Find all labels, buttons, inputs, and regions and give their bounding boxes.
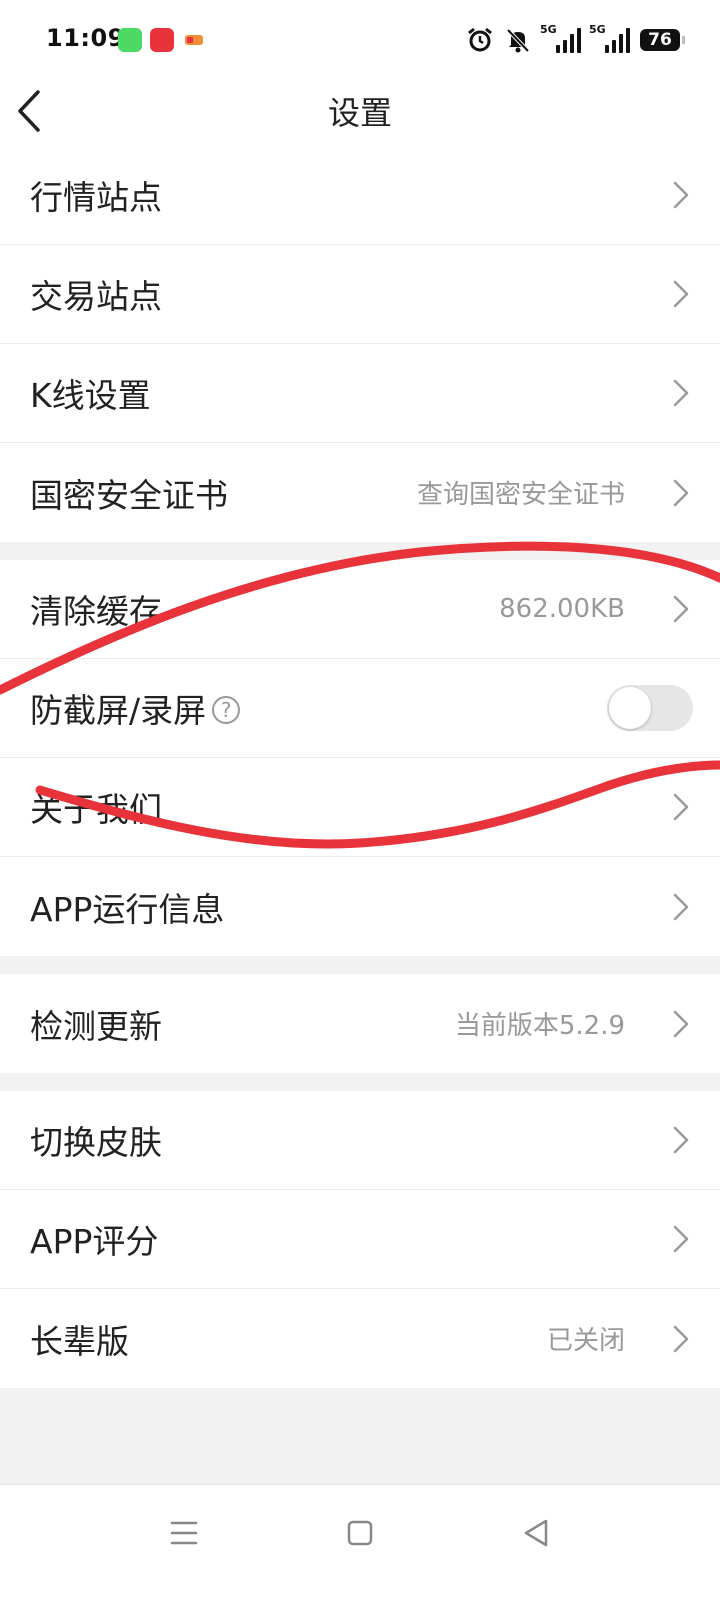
- row-label-text: 防截屏/录屏: [30, 691, 207, 730]
- network-type-2: 5G: [589, 23, 606, 36]
- chevron-right-icon: [673, 1225, 689, 1253]
- page-title: 设置: [327, 94, 392, 132]
- chevron-right-icon: [673, 793, 689, 821]
- row-market-site[interactable]: 行情站点: [0, 146, 720, 245]
- square-home-icon[interactable]: [340, 1513, 380, 1553]
- row-label: 国密安全证书: [30, 475, 228, 515]
- row-value: 当前版本5.2.9: [454, 1011, 625, 1041]
- row-label: 清除缓存: [30, 592, 162, 631]
- row-label: APP运行信息: [30, 889, 225, 929]
- row-about-us[interactable]: 关于我们: [0, 758, 720, 857]
- system-nav-bar: [0, 1484, 720, 1604]
- row-label: 检测更新: [30, 1006, 162, 1046]
- settings-group-3: 检测更新 当前版本5.2.9: [0, 974, 720, 1073]
- alarm-icon: [468, 27, 492, 52]
- signal-icon-2: 5G: [589, 23, 630, 53]
- question-circle-icon[interactable]: ?: [212, 695, 241, 724]
- row-sm-certificate[interactable]: 国密安全证书 查询国密安全证书: [0, 443, 720, 542]
- row-label: 长辈版: [30, 1321, 129, 1361]
- triangle-back-icon[interactable]: [516, 1513, 556, 1553]
- row-label: K线设置: [30, 376, 151, 415]
- row-kline-settings[interactable]: K线设置: [0, 344, 720, 443]
- status-indicators: 5G 5G 76: [466, 23, 685, 56]
- row-app-runtime-info[interactable]: APP运行信息: [0, 857, 720, 956]
- row-anti-screenshot: 防截屏/录屏?: [0, 659, 720, 758]
- stock-app-icon: [150, 28, 174, 52]
- chevron-right-icon: [673, 479, 689, 506]
- row-label: 防截屏/录屏?: [30, 684, 241, 732]
- chevron-right-icon: [673, 181, 689, 209]
- settings-group-1: 行情站点 交易站点 K线设置 国密安全证书 查询国密安全证书: [0, 146, 720, 542]
- settings-group-2: 清除缓存 862.00KB 防截屏/录屏? 关于我们 APP运行信息: [0, 560, 720, 956]
- row-switch-skin[interactable]: 切换皮肤: [0, 1091, 720, 1190]
- messages-app-icon: [118, 28, 142, 52]
- status-bar: 11:09 5G 5G 76: [0, 0, 720, 80]
- chevron-right-icon: [673, 1010, 689, 1037]
- row-trade-site[interactable]: 交易站点: [0, 245, 720, 344]
- status-time: 11:09: [46, 24, 125, 52]
- row-app-rating[interactable]: APP评分: [0, 1190, 720, 1289]
- menu-icon[interactable]: [164, 1513, 204, 1553]
- row-check-update[interactable]: 检测更新 当前版本5.2.9: [0, 974, 720, 1073]
- chevron-right-icon: [673, 1325, 689, 1352]
- row-clear-cache[interactable]: 清除缓存 862.00KB: [0, 560, 720, 659]
- toggle-knob: [609, 687, 651, 729]
- battery-indicator: 76: [640, 29, 685, 51]
- mute-bell-icon: [506, 28, 530, 53]
- row-label: 行情站点: [30, 178, 162, 217]
- chevron-right-icon: [673, 1126, 689, 1154]
- signal-icon-1: 5G: [540, 23, 581, 53]
- anti-screenshot-toggle[interactable]: [607, 685, 693, 731]
- row-elder-mode[interactable]: 长辈版 已关闭: [0, 1289, 720, 1388]
- header: 设置: [0, 80, 720, 146]
- row-label: 关于我们: [30, 790, 162, 829]
- row-label: 切换皮肤: [30, 1123, 162, 1162]
- row-value: 已关闭: [546, 1326, 625, 1356]
- game-app-icon: [182, 28, 206, 52]
- chevron-right-icon: [673, 379, 689, 407]
- settings-screen: 11:09 5G 5G 76 设置 行情站点 交易站点 K线设置 国密安全证书 …: [0, 0, 720, 1604]
- chevron-right-icon: [673, 893, 689, 920]
- row-value: 862.00KB: [499, 594, 625, 624]
- chevron-right-icon: [673, 595, 689, 623]
- row-label: 交易站点: [30, 277, 162, 316]
- network-type-1: 5G: [540, 23, 557, 36]
- chevron-right-icon: [673, 280, 689, 308]
- row-label: APP评分: [30, 1222, 159, 1261]
- row-value: 查询国密安全证书: [416, 480, 625, 510]
- settings-group-4: 切换皮肤 APP评分 长辈版 已关闭: [0, 1091, 720, 1388]
